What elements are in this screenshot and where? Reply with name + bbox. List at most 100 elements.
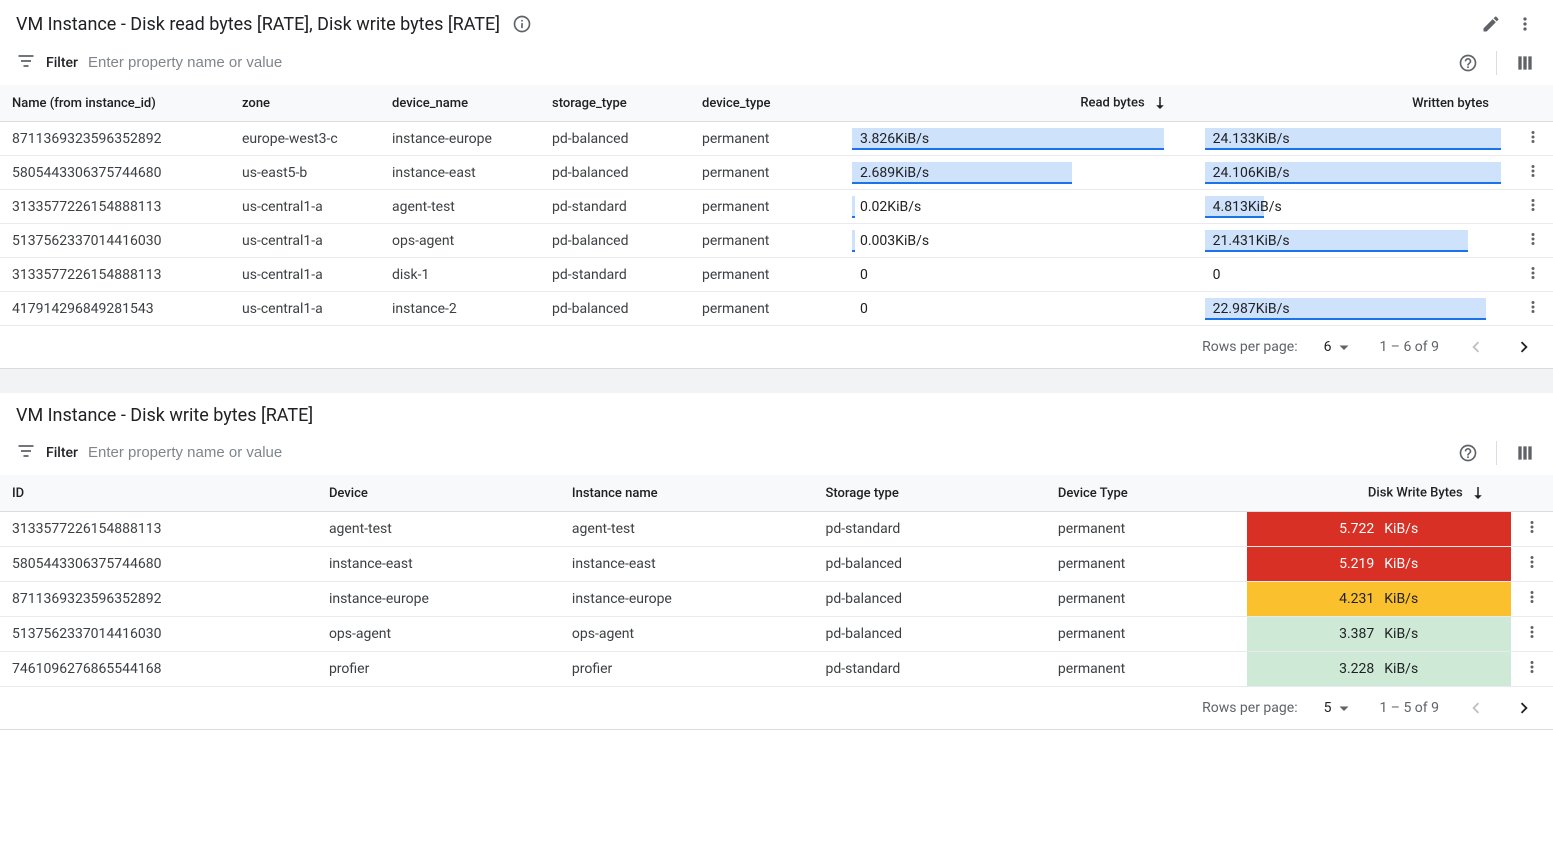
cell: 5137562337014416030 [0,224,230,258]
filter-input[interactable] [88,50,1446,75]
column-header[interactable]: Storage type [813,475,1045,512]
filter-label: Filter [46,55,78,71]
metric-value: 0 [1205,267,1221,283]
table-row: 5805443306375744680instance-eastinstance… [0,547,1553,582]
cell: profier [560,652,814,687]
cell: pd-balanced [540,156,690,190]
cell: disk-1 [380,258,540,292]
pager-prev[interactable] [1465,336,1487,358]
cell: instance-europe [317,582,560,617]
filter-input[interactable] [88,440,1446,465]
cell: permanent [690,292,840,326]
row-menu-icon[interactable] [1524,134,1542,150]
metric-value: 0.003KiB/s [852,233,929,249]
row-menu-icon[interactable] [1523,664,1541,680]
cell: pd-balanced [540,224,690,258]
column-header[interactable]: device_type [690,85,840,122]
metric-value: 0.02KiB/s [852,199,921,215]
table-row: 3133577226154888113agent-testagent-testp… [0,512,1553,547]
rows-per-page-select[interactable]: 5 [1324,699,1354,717]
cell: ops-agent [317,617,560,652]
table-disk-rw: Name (from instance_id)zonedevice_namest… [0,85,1553,326]
table-row: 3133577226154888113us-central1-adisk-1pd… [0,258,1553,292]
sort-desc-icon [1151,94,1169,112]
table-row: 5805443306375744680us-east5-binstance-ea… [0,156,1553,190]
cell: 3133577226154888113 [0,258,230,292]
metric-value: 21.431KiB/s [1205,233,1290,249]
info-icon[interactable] [510,12,534,36]
row-menu-icon[interactable] [1523,594,1541,610]
column-header[interactable]: storage_type [540,85,690,122]
cell: 8711369323596352892 [0,582,317,617]
heat-value: 3.228KiB/s [1247,652,1511,686]
pager-next[interactable] [1513,697,1535,719]
metric-value: 4.813KiB/s [1205,199,1282,215]
cell: permanent [1046,582,1247,617]
cell: pd-balanced [540,122,690,156]
edit-icon[interactable] [1479,12,1503,36]
cell: pd-balanced [813,547,1045,582]
column-header[interactable]: Instance name [560,475,814,512]
cell: pd-standard [813,652,1045,687]
cell: instance-europe [380,122,540,156]
columns-icon[interactable] [1513,441,1537,465]
heat-value: 5.219KiB/s [1247,547,1511,581]
column-header[interactable]: Device [317,475,560,512]
column-header[interactable]: ID [0,475,317,512]
cell: pd-balanced [813,582,1045,617]
cell: pd-balanced [813,617,1045,652]
cell: ops-agent [560,617,814,652]
cell: 5805443306375744680 [0,156,230,190]
cell: permanent [690,224,840,258]
cell: pd-standard [540,258,690,292]
column-header[interactable]: Read bytes [840,85,1193,122]
row-menu-icon[interactable] [1524,236,1542,252]
pager: Rows per page: 6 1 – 6 of 9 [0,326,1553,368]
cell: us-central1-a [230,224,380,258]
column-header[interactable]: zone [230,85,380,122]
cell: 3133577226154888113 [0,190,230,224]
column-header[interactable]: device_name [380,85,540,122]
row-menu-icon[interactable] [1524,202,1542,218]
row-menu-icon[interactable] [1524,168,1542,184]
cell: permanent [1046,547,1247,582]
rows-per-page-select[interactable]: 6 [1324,338,1354,356]
pager-label: Rows per page: [1202,339,1297,355]
row-menu-icon[interactable] [1524,304,1542,320]
cell: agent-test [560,512,814,547]
heat-value: 5.722KiB/s [1247,512,1511,546]
metric-value: 2.689KiB/s [852,165,929,181]
row-menu-icon[interactable] [1523,629,1541,645]
column-header[interactable]: Written bytes [1193,85,1513,122]
column-header[interactable]: Disk Write Bytes [1247,475,1511,512]
more-icon[interactable] [1513,12,1537,36]
column-header[interactable]: Device Type [1046,475,1247,512]
heat-value: 4.231KiB/s [1247,582,1511,616]
cell: permanent [1046,617,1247,652]
table-disk-write: IDDeviceInstance nameStorage typeDevice … [0,475,1553,687]
cell: permanent [690,122,840,156]
help-icon[interactable] [1456,51,1480,75]
metric-value: 0 [852,267,868,283]
cell: 7461096276865544168 [0,652,317,687]
row-menu-icon[interactable] [1523,524,1541,540]
cell: pd-standard [813,512,1045,547]
sort-desc-icon [1469,484,1487,502]
table-row: 5137562337014416030us-central1-aops-agen… [0,224,1553,258]
cell: instance-europe [560,582,814,617]
cell: instance-east [560,547,814,582]
row-menu-icon[interactable] [1523,559,1541,575]
cell: permanent [1046,652,1247,687]
panel-disk-write: VM Instance - Disk write bytes [RATE] Fi… [0,393,1553,730]
columns-icon[interactable] [1513,51,1537,75]
table-row: 5137562337014416030ops-agentops-agentpd-… [0,617,1553,652]
help-icon[interactable] [1456,441,1480,465]
pager-prev[interactable] [1465,697,1487,719]
cell: 3133577226154888113 [0,512,317,547]
table-row: 3133577226154888113us-central1-aagent-te… [0,190,1553,224]
pager-next[interactable] [1513,336,1535,358]
cell: 5137562337014416030 [0,617,317,652]
pager-range: 1 – 6 of 9 [1379,339,1439,355]
column-header[interactable]: Name (from instance_id) [0,85,230,122]
row-menu-icon[interactable] [1524,270,1542,286]
